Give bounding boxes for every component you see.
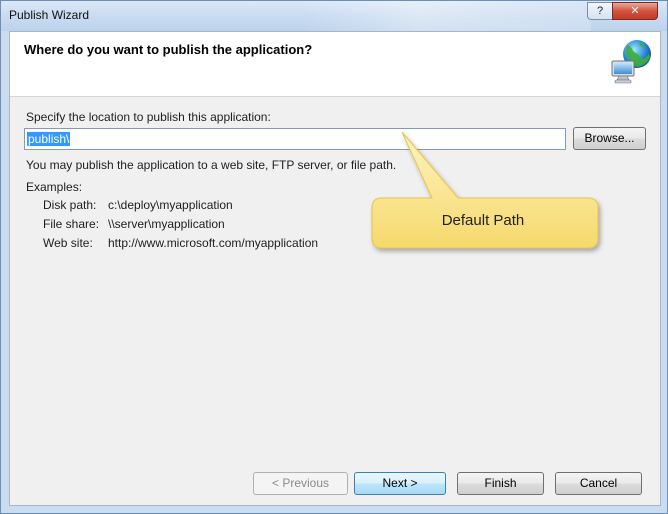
publish-wizard-window: Publish Wizard ? ✕ Where do you want to … <box>0 0 668 514</box>
title-bar[interactable]: Publish Wizard ? ✕ <box>1 1 667 31</box>
finish-button[interactable]: Finish <box>457 472 544 495</box>
wizard-body: Where do you want to publish the applica… <box>9 31 661 506</box>
publish-hint: You may publish the application to a web… <box>26 158 397 172</box>
close-button[interactable]: ✕ <box>612 2 658 20</box>
window-title: Publish Wizard <box>9 8 90 22</box>
callout-text: Default Path <box>441 212 525 229</box>
wizard-header: Where do you want to publish the applica… <box>10 32 660 97</box>
previous-button[interactable]: < Previous <box>253 472 348 495</box>
example-disk-path-label: Disk path: <box>43 198 97 212</box>
examples-label: Examples: <box>26 180 83 194</box>
help-button[interactable]: ? <box>587 2 613 20</box>
example-file-share-value: \\server\myapplication <box>108 217 225 231</box>
location-input-value: publish\ <box>27 132 71 146</box>
globe-computer-icon <box>611 40 651 84</box>
next-button[interactable]: Next > <box>354 472 446 495</box>
example-web-site-label: Web site: <box>43 236 93 250</box>
example-disk-path-value: c:\deploy\myapplication <box>108 198 233 212</box>
location-prompt: Specify the location to publish this app… <box>26 110 271 124</box>
page-title: Where do you want to publish the applica… <box>24 42 313 57</box>
title-bar-glass <box>301 1 591 31</box>
location-input[interactable]: publish\ <box>24 128 566 150</box>
example-file-share-label: File share: <box>43 217 100 231</box>
cancel-button[interactable]: Cancel <box>555 472 642 495</box>
example-web-site-value: http://www.microsoft.com/myapplication <box>108 236 319 250</box>
browse-button[interactable]: Browse... <box>573 127 646 150</box>
